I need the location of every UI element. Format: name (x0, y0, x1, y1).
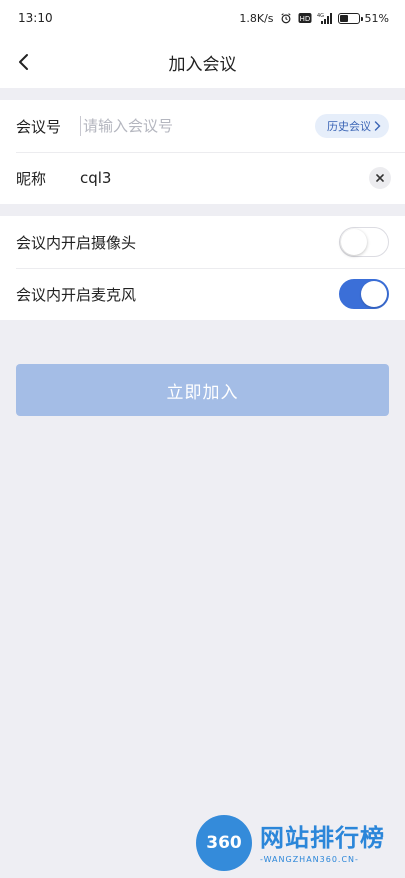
close-icon (376, 174, 384, 182)
navbar: 加入会议 (0, 36, 405, 88)
nickname-input[interactable]: cql3 (80, 169, 369, 187)
chevron-right-icon (374, 121, 381, 131)
history-meetings-button[interactable]: 历史会议 (315, 114, 389, 138)
network-speed: 1.8K/s (239, 11, 274, 25)
nickname-row: 昵称 cql3 (0, 152, 405, 204)
signal-4g-icon: 4G (317, 13, 332, 24)
meeting-settings: 会议内开启摄像头 会议内开启麦克风 (0, 216, 405, 320)
toggle-knob (361, 281, 387, 307)
toggle-knob (341, 229, 367, 255)
meeting-form: 会议号 历史会议 昵称 cql3 (0, 100, 405, 204)
clear-nickname-button[interactable] (369, 167, 391, 189)
battery-percent: 51% (364, 11, 389, 25)
svg-text:4G: 4G (317, 13, 324, 19)
chevron-left-icon (19, 54, 28, 70)
watermark-title: 网站排行榜 (260, 823, 385, 852)
battery-icon (337, 12, 363, 24)
camera-setting-row: 会议内开启摄像头 (0, 216, 405, 268)
status-bar: 13:10 1.8K/s HD 4G 51% (0, 0, 405, 36)
hd-icon: HD (298, 13, 312, 23)
status-time: 13:10 (18, 11, 53, 25)
alarm-icon (280, 13, 291, 24)
camera-setting-label: 会议内开启摄像头 (16, 233, 137, 252)
watermark: 360 网站排行榜 -WANGZHAN360.CN- (196, 812, 401, 874)
microphone-toggle[interactable] (339, 279, 389, 309)
nickname-label: 昵称 (16, 169, 47, 188)
back-button[interactable] (10, 48, 38, 76)
watermark-subtitle: -WANGZHAN360.CN- (260, 854, 359, 864)
svg-text:HD: HD (299, 15, 310, 23)
microphone-setting-label: 会议内开启麦克风 (16, 285, 137, 304)
history-meetings-label: 历史会议 (327, 120, 371, 133)
status-icons: 1.8K/s HD 4G 51% (239, 12, 389, 25)
meeting-id-row: 会议号 历史会议 (0, 100, 405, 152)
watermark-logo: 360 (196, 815, 252, 871)
microphone-setting-row: 会议内开启麦克风 (0, 268, 405, 320)
camera-toggle[interactable] (339, 227, 389, 257)
meeting-id-label: 会议号 (16, 117, 62, 136)
page-title: 加入会议 (168, 54, 237, 75)
meeting-id-input[interactable] (80, 116, 315, 136)
watermark-text: 网站排行榜 -WANGZHAN360.CN- (260, 823, 385, 864)
join-meeting-button[interactable]: 立即加入 (16, 364, 389, 416)
